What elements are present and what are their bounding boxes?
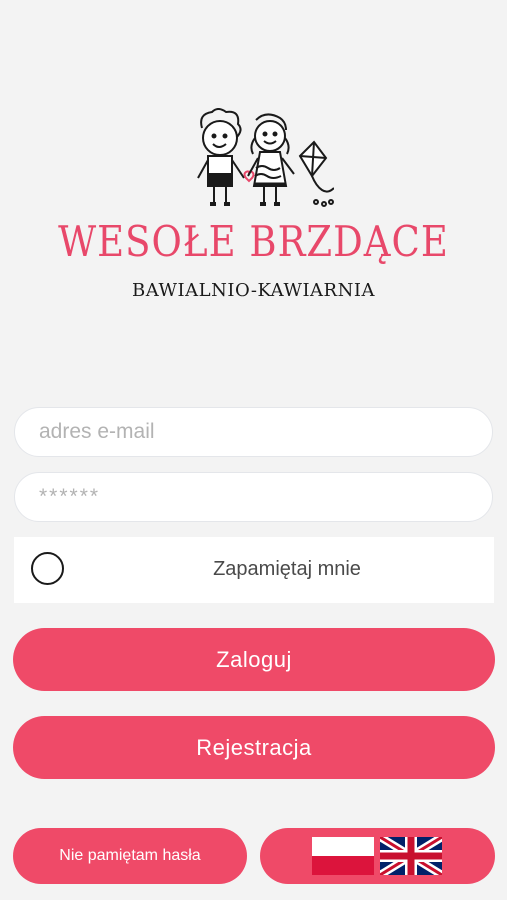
register-button[interactable]: Rejestracja: [13, 716, 495, 779]
register-button-label: Rejestracja: [196, 734, 312, 760]
polish-flag-icon[interactable]: [312, 837, 374, 875]
login-button-label: Zaloguj: [216, 646, 292, 672]
brand-subtitle: BAWIALNIO-KAWIARNIA: [132, 280, 375, 301]
british-flag-icon[interactable]: [380, 837, 442, 875]
password-field[interactable]: [14, 472, 493, 522]
remember-me-radio[interactable]: [31, 552, 64, 585]
remember-me-label: Zapamiętaj mnie: [213, 558, 361, 580]
language-selector: [260, 828, 495, 884]
app-logo: WESOŁE BRZDĄCE BAWIALNIO-KAWIARNIA: [0, 100, 507, 310]
email-field[interactable]: [14, 407, 493, 457]
remember-me-row[interactable]: Zapamiętaj mnie: [14, 537, 494, 603]
brand-title: WESOŁE BRZDĄCE: [58, 216, 449, 267]
kids-illustration-icon: [197, 108, 334, 207]
login-button[interactable]: Zaloguj: [13, 628, 495, 691]
forgot-password-label: Nie pamiętam hasła: [59, 847, 201, 864]
forgot-password-button[interactable]: Nie pamiętam hasła: [13, 828, 247, 884]
